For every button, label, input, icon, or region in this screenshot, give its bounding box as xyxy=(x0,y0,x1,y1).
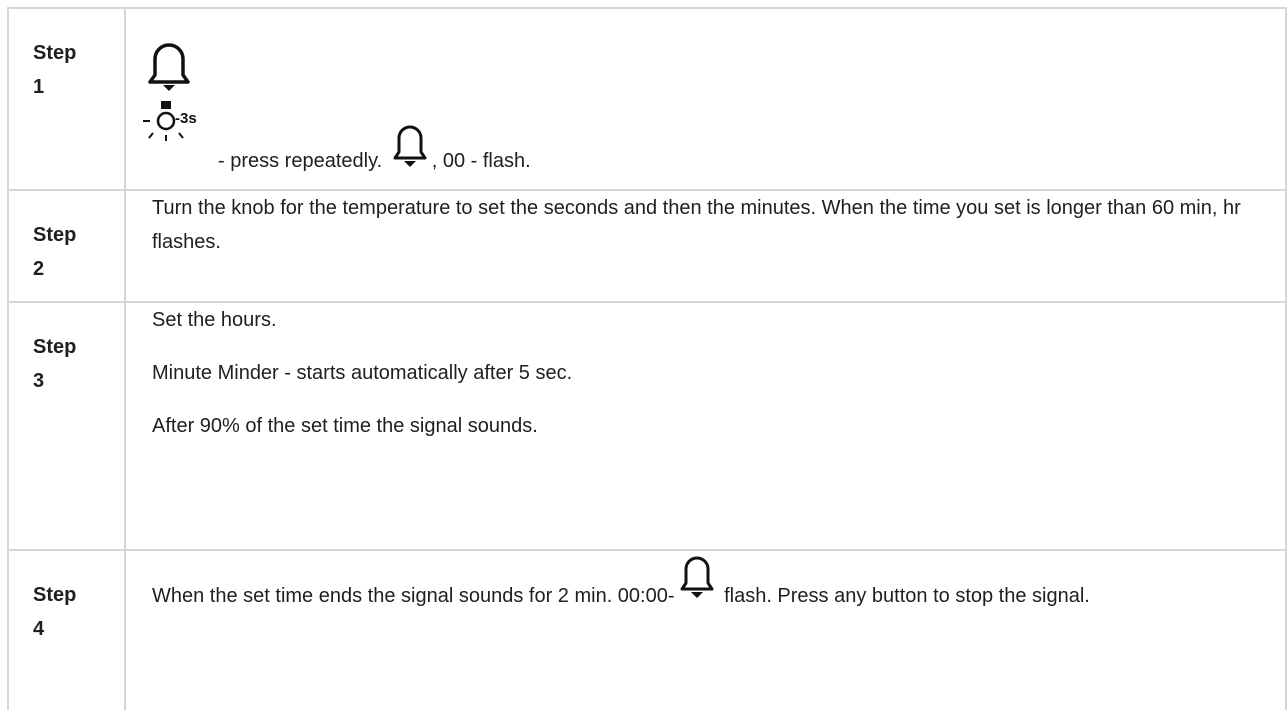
step-content-cell: Turn the knob for the temperature to set… xyxy=(124,189,1287,303)
step-2-text: Turn the knob for the temperature to set… xyxy=(152,197,1241,253)
step-label-word: Step xyxy=(33,336,77,358)
step-label-word: Step xyxy=(33,584,77,606)
steps-table: Step 1 -3s - press repeatedly. , 00 - fl… xyxy=(7,7,1287,710)
step-label-number: 3 xyxy=(33,370,45,392)
display-3s-label: -3s xyxy=(175,110,197,127)
step-label-word: Step xyxy=(33,224,77,246)
bell-icon xyxy=(143,43,190,141)
step-3-line-2: Minute Minder - starts automatically aft… xyxy=(152,362,573,384)
step-label-number: 1 xyxy=(33,76,45,98)
step-row-4: Step 4 When the set time ends the signal… xyxy=(7,549,1287,710)
step-label-number: 4 xyxy=(33,618,45,640)
step-row-2: Step 2 Turn the knob for the temperature… xyxy=(7,189,1287,303)
step-3-line-1: Set the hours. xyxy=(152,309,277,331)
step-label-cell: Step 1 xyxy=(7,7,126,191)
bell-icon xyxy=(393,125,427,167)
step-label-cell: Step 2 xyxy=(7,189,126,303)
step-label-cell: Step 3 xyxy=(7,301,126,551)
step-label-number: 2 xyxy=(33,258,45,280)
step-content-cell: When the set time ends the signal sounds… xyxy=(124,549,1287,710)
step-row-1: Step 1 -3s - press repeatedly. , 00 - fl… xyxy=(7,7,1287,191)
bell-icon xyxy=(680,556,714,598)
step-label-word: Step xyxy=(33,42,77,64)
step-1-text: - press repeatedly. , 00 - flash. xyxy=(218,120,531,178)
step-label-cell: Step 4 xyxy=(7,549,126,710)
step-1-text-part-b: , 00 - flash. xyxy=(431,150,531,172)
step-4-text-part-b: flash. Press any button to stop the sign… xyxy=(718,585,1090,607)
step-4-text-part-a: When the set time ends the signal sounds… xyxy=(152,585,675,607)
step-4-text: When the set time ends the signal sounds… xyxy=(152,551,1285,613)
step-1-text-part-a: - press repeatedly. xyxy=(218,150,383,172)
step-row-3: Step 3 Set the hours. Minute Minder - st… xyxy=(7,301,1287,551)
step-content-cell: -3s - press repeatedly. , 00 - flash. xyxy=(124,7,1287,191)
step-3-line-3: After 90% of the set time the signal sou… xyxy=(152,415,538,437)
bell-light-3s-icon: -3s xyxy=(139,35,199,147)
step-content-cell: Set the hours. Minute Minder - starts au… xyxy=(124,301,1287,551)
